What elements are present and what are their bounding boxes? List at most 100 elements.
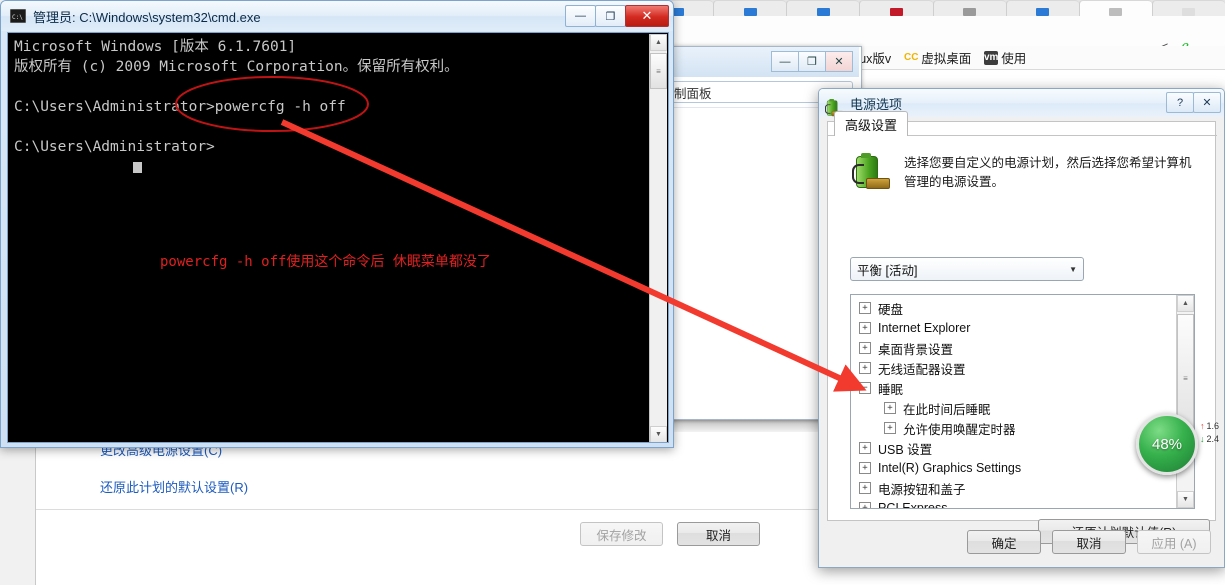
tab-advanced-settings[interactable]: 高级设置 <box>834 111 909 136</box>
tree-item[interactable]: + Internet Explorer <box>851 318 1177 338</box>
expander-icon[interactable]: + <box>859 482 871 494</box>
cmd-window-buttons: — ❐ ✕ <box>565 5 669 27</box>
tree-item-sleep[interactable]: − 睡眠 <box>851 378 1177 398</box>
browser-tab[interactable] <box>713 0 787 16</box>
tree-item[interactable]: + Intel(R) Graphics Settings <box>851 458 1177 478</box>
power-options-dialog: 电源选项 ? ✕ 高级设置 选择您要自定义的电源计划，然后选择您希望计算机管理的… <box>818 88 1225 568</box>
scroll-up-button[interactable]: ▲ <box>1177 295 1194 312</box>
power-plan-selected-value: 平衡 [活动] <box>857 263 918 278</box>
cmd-scroll-thumb[interactable]: ≡ <box>650 53 667 89</box>
browser-tab[interactable] <box>932 0 1006 16</box>
battery-percent-label: 48% <box>1151 435 1183 453</box>
expander-icon[interactable]: + <box>859 362 871 374</box>
browser-tab-strip <box>640 0 1225 17</box>
tree-item-label: 无线适配器设置 <box>878 362 966 377</box>
tree-item[interactable]: + 电源按钮和盖子 <box>851 478 1177 498</box>
download-speed: ↓ 2.4 <box>1200 433 1225 446</box>
browser-toolbar: < e ⌄ <box>640 16 1225 55</box>
cmd-window: C:\ 管理员: C:\Windows\system32\cmd.exe — ❐… <box>0 0 674 448</box>
tree-item[interactable]: + USB 设置 <box>851 438 1177 458</box>
browser-tab[interactable] <box>1151 0 1225 16</box>
browser-tab[interactable] <box>859 0 933 16</box>
expander-icon[interactable]: + <box>859 342 871 354</box>
tree-item-label: 硬盘 <box>878 302 904 317</box>
tree-item-label: 电源按钮和盖子 <box>878 482 966 497</box>
close-button[interactable]: ✕ <box>1193 92 1221 113</box>
tree-item[interactable]: + PCI Express <box>851 498 1177 509</box>
bookmark-vm[interactable]: vm 使用 <box>984 48 1026 67</box>
tab-favicon <box>889 7 903 16</box>
close-button[interactable]: ✕ <box>625 5 669 27</box>
bookmark-virtual-desktop[interactable]: CC 虚拟桌面 <box>904 48 971 67</box>
expander-icon[interactable]: + <box>859 322 871 334</box>
expander-icon[interactable]: + <box>859 502 871 508</box>
link-restore-plan-defaults[interactable]: 还原此计划的默认设置(R) <box>100 477 580 496</box>
browser-tab[interactable] <box>1005 0 1079 16</box>
scroll-down-button[interactable]: ▼ <box>1177 491 1194 508</box>
power-settings-tree-list: + 硬盘 + Internet Explorer + 桌面背景设置 + 无线适配器设置 … <box>851 298 1177 509</box>
tab-favicon <box>743 7 757 16</box>
scroll-up-button[interactable]: ▲ <box>650 34 667 51</box>
bookmark-label: 使用 <box>1001 52 1027 66</box>
tree-scrollbar[interactable]: ▲ ≡ ▼ <box>1176 295 1194 508</box>
tab-favicon <box>963 7 977 16</box>
tree-item[interactable]: + 在此时间后睡眠 <box>851 398 1177 418</box>
maximize-button[interactable]: ❐ <box>595 5 626 27</box>
tree-item-label: PCI Express <box>878 501 948 509</box>
power-options-tab-row: 高级设置 <box>828 111 1217 144</box>
cmd-caret <box>133 159 142 174</box>
cmd-icon: C:\ <box>10 9 26 23</box>
upload-speed: ↑ 1.6 <box>1200 420 1225 433</box>
maximize-button[interactable]: ❐ <box>798 51 826 72</box>
tree-item-label: Internet Explorer <box>878 321 971 335</box>
power-settings-tree[interactable]: + 硬盘 + Internet Explorer + 桌面背景设置 + 无线适配器设置 … <box>850 294 1195 509</box>
tree-item[interactable]: + 无线适配器设置 <box>851 358 1177 378</box>
chevron-down-icon: ▼ <box>1069 264 1077 274</box>
ok-button[interactable]: 确定 <box>967 530 1041 554</box>
tree-item[interactable]: + 桌面背景设置 <box>851 338 1177 358</box>
download-value: 2.4 <box>1206 434 1220 444</box>
scroll-down-button[interactable]: ▼ <box>650 426 667 442</box>
browser-tab[interactable] <box>1078 0 1152 16</box>
collapse-icon[interactable]: − <box>859 382 871 394</box>
cmd-icon-glyph: C:\ <box>12 14 23 21</box>
power-options-hero: 选择您要自定义的电源计划，然后选择您希望计算机管理的电源设置。 <box>850 153 1195 196</box>
cmd-scrollbar[interactable]: ▲ ≡ ▼ <box>649 34 667 442</box>
upload-value: 1.6 <box>1206 421 1220 431</box>
expander-icon[interactable]: + <box>859 302 871 314</box>
cmd-console[interactable]: Microsoft Windows [版本 6.1.7601] 版权所有 (c)… <box>7 32 669 443</box>
cmd-red-annotation-text: powercfg -h off使用这个命令后 休眠菜单都没了 <box>160 254 491 270</box>
arrow-down-icon: ↓ <box>1200 434 1205 444</box>
tree-item[interactable]: + 硬盘 <box>851 298 1177 318</box>
tree-item-label: 允许使用唤醒定时器 <box>903 422 1016 437</box>
cancel-button[interactable]: 取消 <box>677 522 760 546</box>
tab-favicon <box>816 7 830 16</box>
power-options-footer: 确定 取消 应用 (A) <box>819 530 1224 554</box>
close-button[interactable]: ✕ <box>825 51 853 72</box>
cmd-title-bar[interactable]: C:\ 管理员: C:\Windows\system32\cmd.exe — ❐… <box>1 1 673 31</box>
tree-item[interactable]: + 允许使用唤醒定时器 <box>851 418 1177 438</box>
minimize-button[interactable]: — <box>771 51 799 72</box>
explorer-title-bar: — ❐ ✕ <box>661 47 859 77</box>
cmd-console-text: Microsoft Windows [版本 6.1.7601] 版权所有 (c)… <box>14 39 459 155</box>
cc-icon: CC <box>903 51 919 63</box>
cancel-button[interactable]: 取消 <box>1052 530 1126 554</box>
expander-icon[interactable]: + <box>859 462 871 474</box>
bookmark-label: 虚拟桌面 <box>921 52 972 66</box>
arrow-up-icon: ↑ <box>1200 421 1205 431</box>
expander-icon[interactable]: + <box>884 422 896 434</box>
network-speed-readout: ↑ 1.6 ↓ 2.4 <box>1200 420 1225 446</box>
power-options-window-buttons: ? ✕ <box>1166 92 1221 113</box>
help-button[interactable]: ? <box>1166 92 1194 113</box>
power-plan-dropdown[interactable]: 平衡 [活动] ▼ <box>850 257 1084 281</box>
save-changes-button[interactable]: 保存修改 <box>580 522 663 546</box>
minimize-button[interactable]: — <box>565 5 596 27</box>
apply-button[interactable]: 应用 (A) <box>1137 530 1211 554</box>
explorer-window-buttons: — ❐ ✕ <box>771 51 853 72</box>
browser-tab[interactable] <box>786 0 860 16</box>
battery-percent-widget[interactable]: 48% <box>1136 413 1198 475</box>
power-options-icon <box>824 98 844 116</box>
control-panel-buttons: 保存修改 取消 <box>580 522 760 546</box>
expander-icon[interactable]: + <box>884 402 896 414</box>
expander-icon[interactable]: + <box>859 442 871 454</box>
